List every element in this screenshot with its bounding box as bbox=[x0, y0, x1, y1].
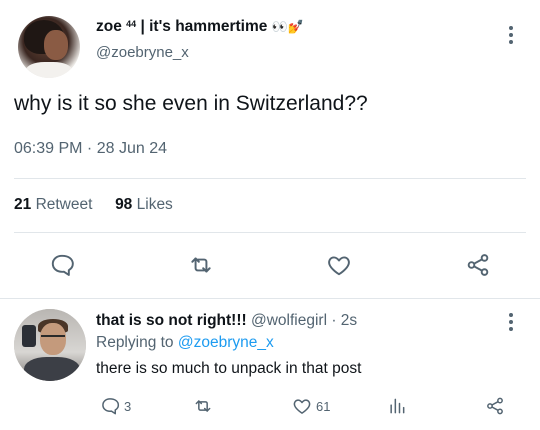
divider bbox=[14, 232, 526, 233]
reply-reply-button[interactable]: 3 bbox=[100, 395, 131, 417]
retweet-stat[interactable]: 21 Retweet bbox=[14, 196, 92, 213]
bar-chart-icon bbox=[390, 398, 405, 414]
tweet-timestamp[interactable]: 06:39 PM · 28 Jun 24 bbox=[14, 140, 167, 158]
engagement-stats: 21 Retweet 98 Likes bbox=[14, 196, 173, 214]
heart-icon bbox=[328, 256, 350, 276]
replying-to-line: Replying to @zoebryne_x bbox=[96, 334, 274, 352]
replying-to-prefix: Replying to bbox=[96, 334, 174, 351]
author-name-superscript: 44 bbox=[126, 19, 137, 29]
share-button[interactable] bbox=[463, 250, 493, 280]
reply-tweet: that is so not right!!! @wolfiegirl · 2s… bbox=[0, 299, 540, 430]
replying-to-link[interactable]: @zoebryne_x bbox=[178, 334, 274, 351]
reply-retweet-button[interactable] bbox=[193, 395, 213, 417]
author-display-name[interactable]: zoe 44 | it's hammertime 👀💅 bbox=[96, 18, 304, 36]
more-options-icon[interactable] bbox=[506, 24, 516, 46]
reply-stats-button[interactable] bbox=[387, 395, 407, 417]
share-icon bbox=[487, 397, 503, 415]
reply-author-name[interactable]: that is so not right!!! bbox=[96, 312, 247, 329]
author-handle[interactable]: @zoebryne_x bbox=[96, 44, 189, 61]
reply-share-button[interactable] bbox=[485, 395, 505, 417]
reply-author-avatar[interactable] bbox=[14, 309, 86, 381]
reply-text: there is so much to unpack in that post bbox=[96, 360, 362, 377]
reply-author-line: that is so not right!!! @wolfiegirl · 2s bbox=[96, 312, 357, 330]
author-name-emoji: 👀💅 bbox=[271, 19, 305, 34]
like-count: 61 bbox=[316, 398, 331, 414]
retweet-button[interactable] bbox=[186, 250, 216, 280]
author-name: zoe bbox=[96, 18, 122, 35]
likes-stat[interactable]: 98 Likes bbox=[115, 196, 173, 213]
retweet-arrows-icon bbox=[191, 257, 211, 273]
author-avatar[interactable] bbox=[18, 16, 80, 78]
share-icon bbox=[467, 254, 489, 276]
heart-icon bbox=[293, 399, 311, 414]
retweet-arrows-icon bbox=[195, 400, 211, 412]
divider bbox=[14, 178, 526, 179]
author-name-suffix: | it's hammertime bbox=[140, 18, 268, 35]
main-tweet: zoe 44 | it's hammertime 👀💅 @zoebryne_x … bbox=[0, 0, 540, 298]
reply-like-button[interactable]: 61 bbox=[292, 395, 330, 417]
more-options-icon[interactable] bbox=[506, 311, 516, 333]
speech-bubble-icon bbox=[102, 398, 120, 415]
reply-count: 3 bbox=[124, 398, 132, 414]
tweet-text: why is it so she even in Switzerland?? bbox=[14, 92, 368, 115]
reply-author-handle[interactable]: @wolfiegirl · 2s bbox=[251, 312, 357, 329]
like-button[interactable] bbox=[324, 250, 354, 280]
reply-button[interactable] bbox=[47, 250, 77, 280]
speech-bubble-icon bbox=[51, 254, 74, 276]
